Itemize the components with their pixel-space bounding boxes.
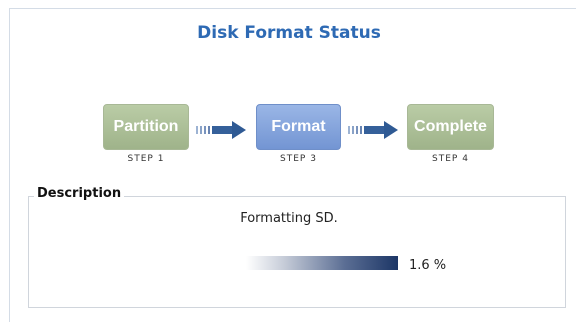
step-partition: Partition — [103, 104, 189, 150]
step-format: Format — [256, 104, 341, 150]
step-format-label: Format — [271, 118, 326, 135]
step-complete-caption: STEP 4 — [432, 154, 469, 164]
right-arrow-icon — [348, 121, 398, 139]
right-arrow-icon — [196, 121, 246, 139]
step-partition-caption: STEP 1 — [127, 154, 165, 164]
step-partition-label: Partition — [113, 118, 179, 135]
step-complete: Complete — [407, 104, 494, 150]
step-complete-label: Complete — [414, 118, 487, 135]
status-message: Formatting SD. — [240, 211, 338, 226]
progress-bar — [246, 256, 398, 270]
progress-percent: 1.6 % — [409, 258, 447, 273]
description-legend: Description — [34, 186, 125, 201]
page-title: Disk Format Status — [197, 23, 381, 43]
step-format-caption: STEP 3 — [280, 154, 317, 164]
